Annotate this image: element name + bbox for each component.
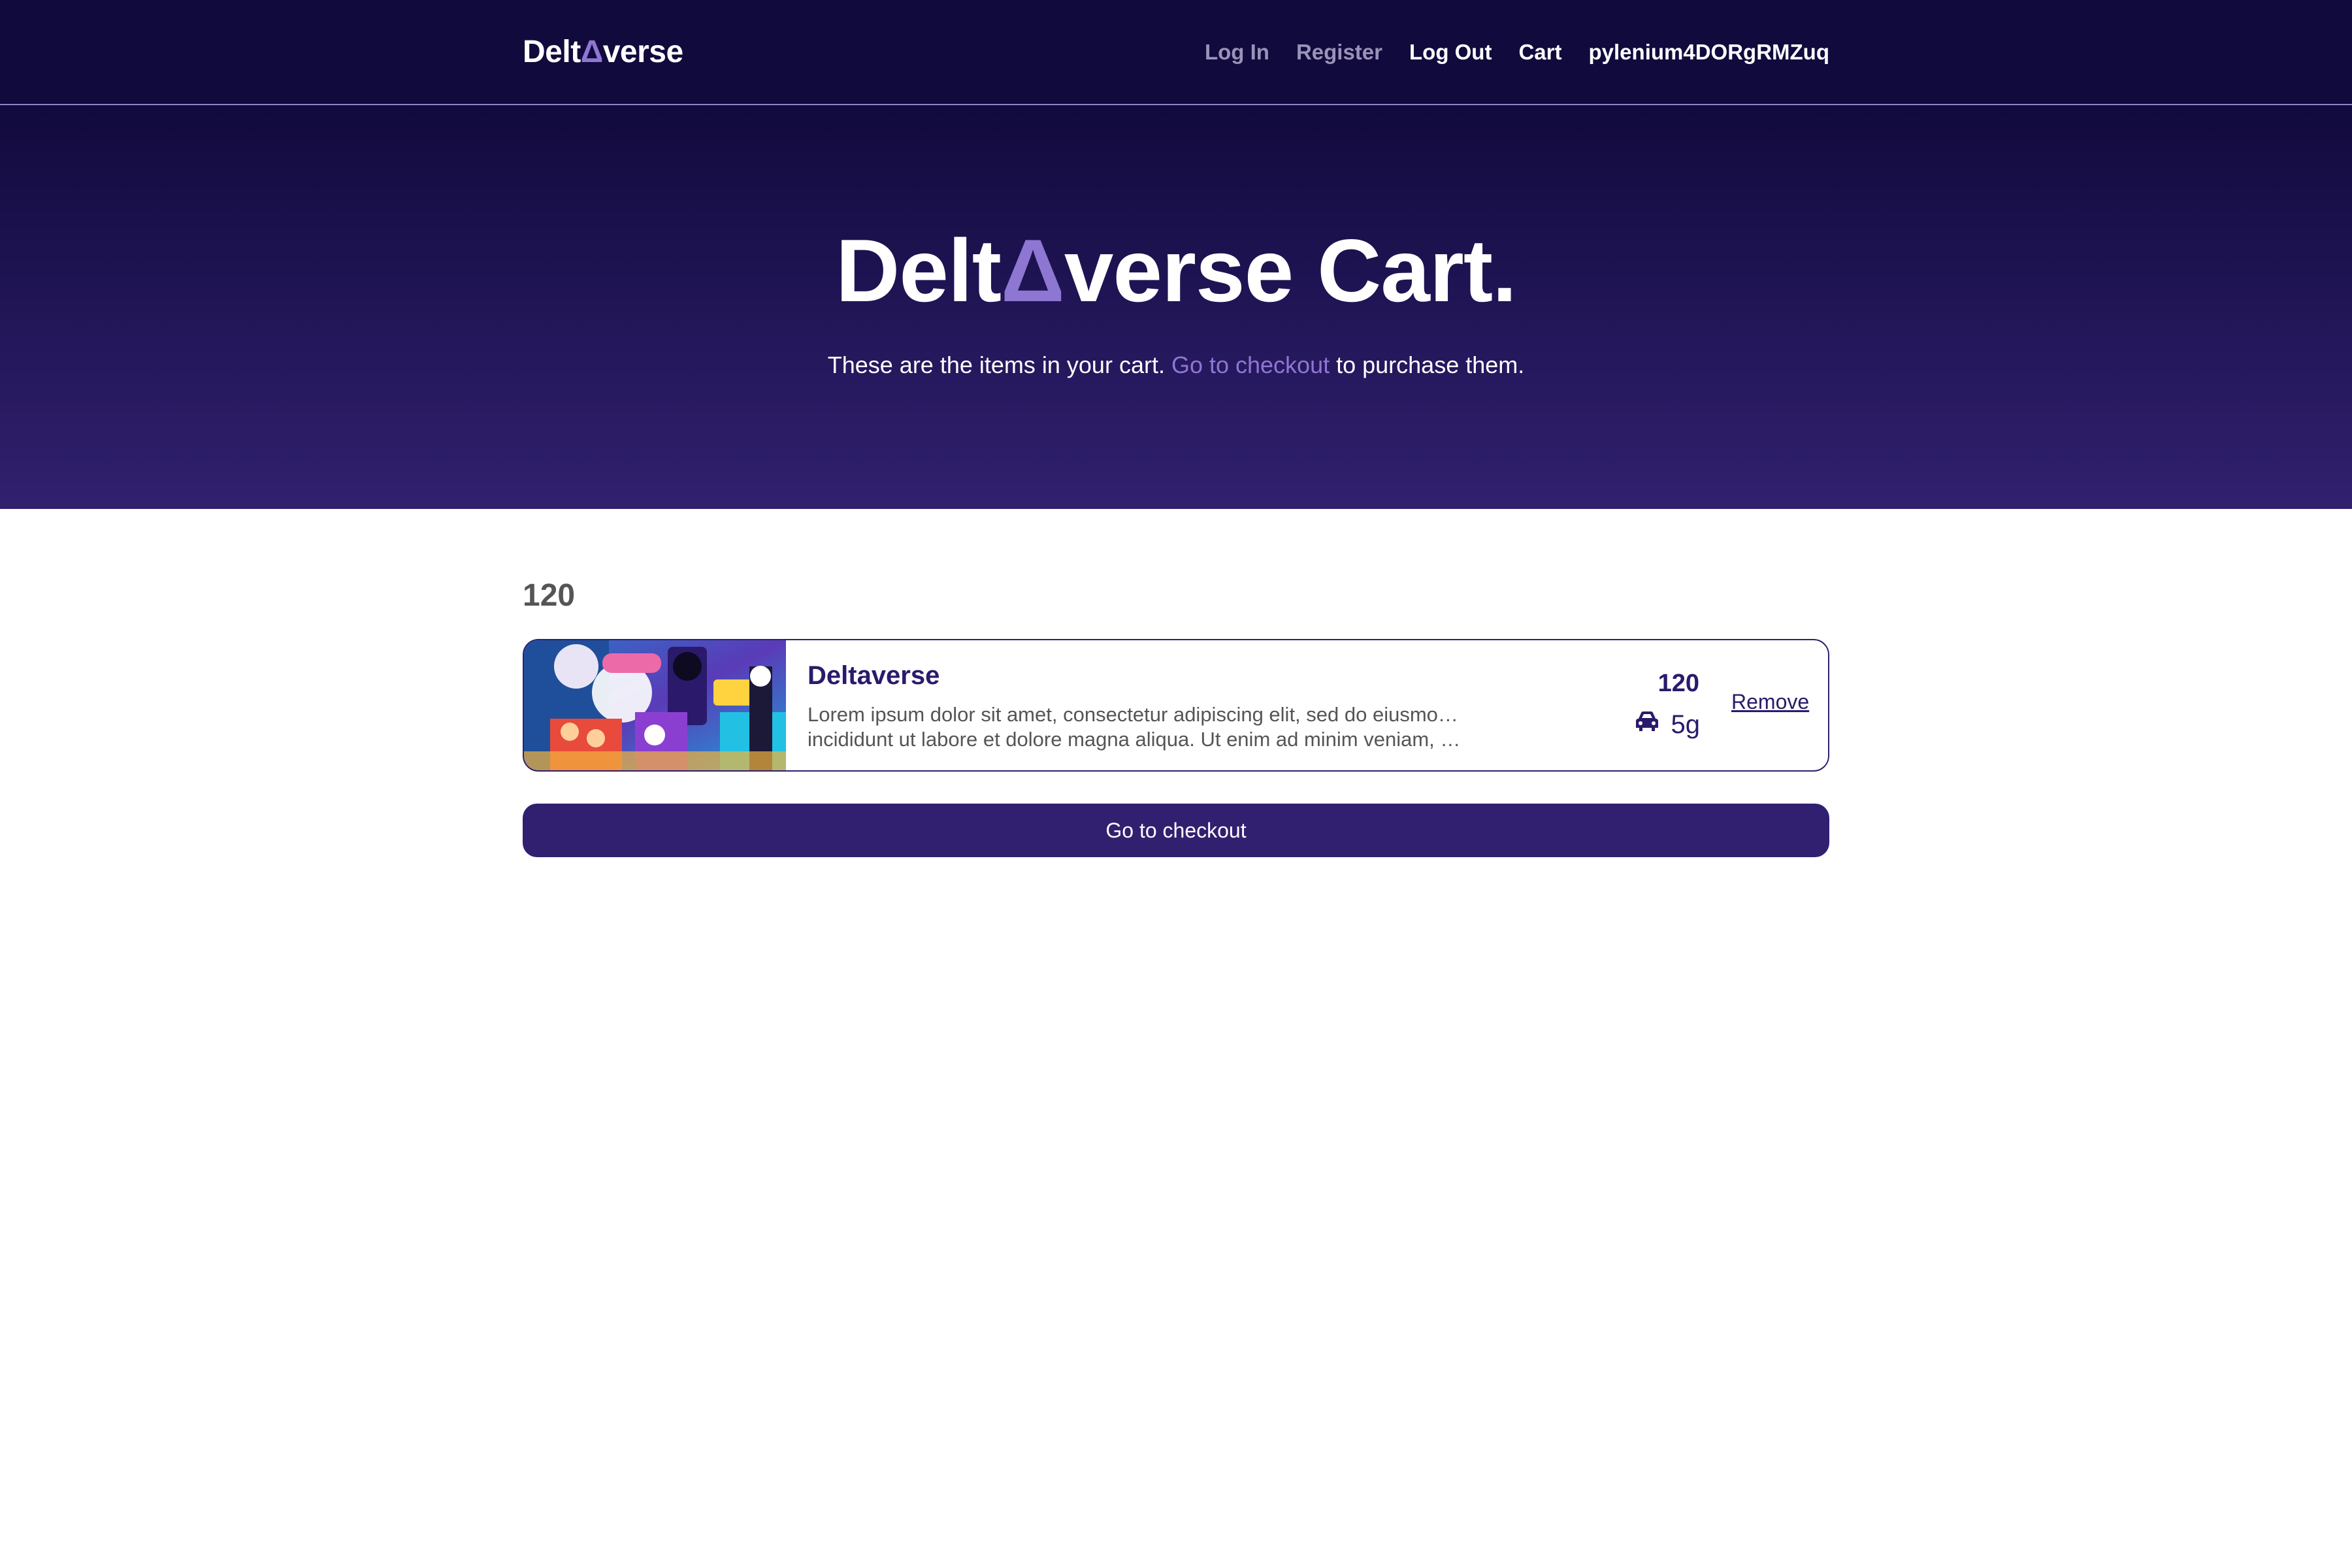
product-artwork-image [524, 640, 786, 770]
nav-username-link[interactable]: pylenium4DORgRMZuq [1589, 40, 1830, 65]
cart-item-weight: 5g [1628, 709, 1700, 740]
cart-total: 120 [523, 578, 576, 613]
car-icon [1633, 710, 1661, 740]
page-title: DeltΔverse Cart. [0, 226, 2352, 315]
hero-banner: DeltΔverse Cart. These are the items in … [0, 105, 2352, 509]
nav-login-link[interactable]: Log In [1205, 40, 1269, 65]
site-logo[interactable]: DeltΔverse [523, 34, 683, 70]
navbar: DeltΔverse Log In Register Log Out Cart … [0, 0, 2352, 105]
product-thumbnail [524, 640, 786, 770]
cart-item-description: Lorem ipsum dolor sit amet, consectetur … [808, 702, 1461, 752]
hero-subtitle: These are the items in your cart. Go to … [0, 351, 2352, 379]
nav-cart-link[interactable]: Cart [1518, 40, 1561, 65]
title-delta-glyph: Δ [1001, 221, 1065, 320]
cart-item-description-line-2: incididunt ut labore et dolore magna ali… [808, 728, 1461, 751]
nav-register-link[interactable]: Register [1296, 40, 1382, 65]
cart-item: Deltaverse Lorem ipsum dolor sit amet, c… [523, 639, 1829, 772]
title-text-end: verse Cart. [1064, 221, 1517, 320]
title-text-start: Delt [836, 221, 1002, 320]
nav-logout-link[interactable]: Log Out [1409, 40, 1492, 65]
hero-checkout-link[interactable]: Go to checkout [1171, 351, 1330, 378]
logo-text-end: verse [602, 35, 683, 69]
navbar-inner: DeltΔverse Log In Register Log Out Cart … [523, 0, 1829, 104]
nav-links: Log In Register Log Out Cart pylenium4DO… [1205, 40, 1829, 65]
hero-subtitle-after: to purchase them. [1330, 351, 1525, 378]
cart-item-weight-value: 5g [1671, 710, 1701, 739]
cart-item-description-line-1: Lorem ipsum dolor sit amet, consectetur … [808, 703, 1461, 726]
logo-delta-glyph: Δ [580, 35, 604, 69]
cart-item-title[interactable]: Deltaverse [808, 661, 1461, 691]
remove-item-link[interactable]: Remove [1731, 690, 1809, 714]
logo-text-start: Delt [523, 35, 581, 69]
checkout-button[interactable]: Go to checkout [523, 804, 1829, 857]
cart-item-price: 120 [1658, 670, 1699, 697]
hero-subtitle-before: These are the items in your cart. [827, 351, 1171, 378]
cart-item-details: Deltaverse Lorem ipsum dolor sit amet, c… [808, 661, 1461, 752]
